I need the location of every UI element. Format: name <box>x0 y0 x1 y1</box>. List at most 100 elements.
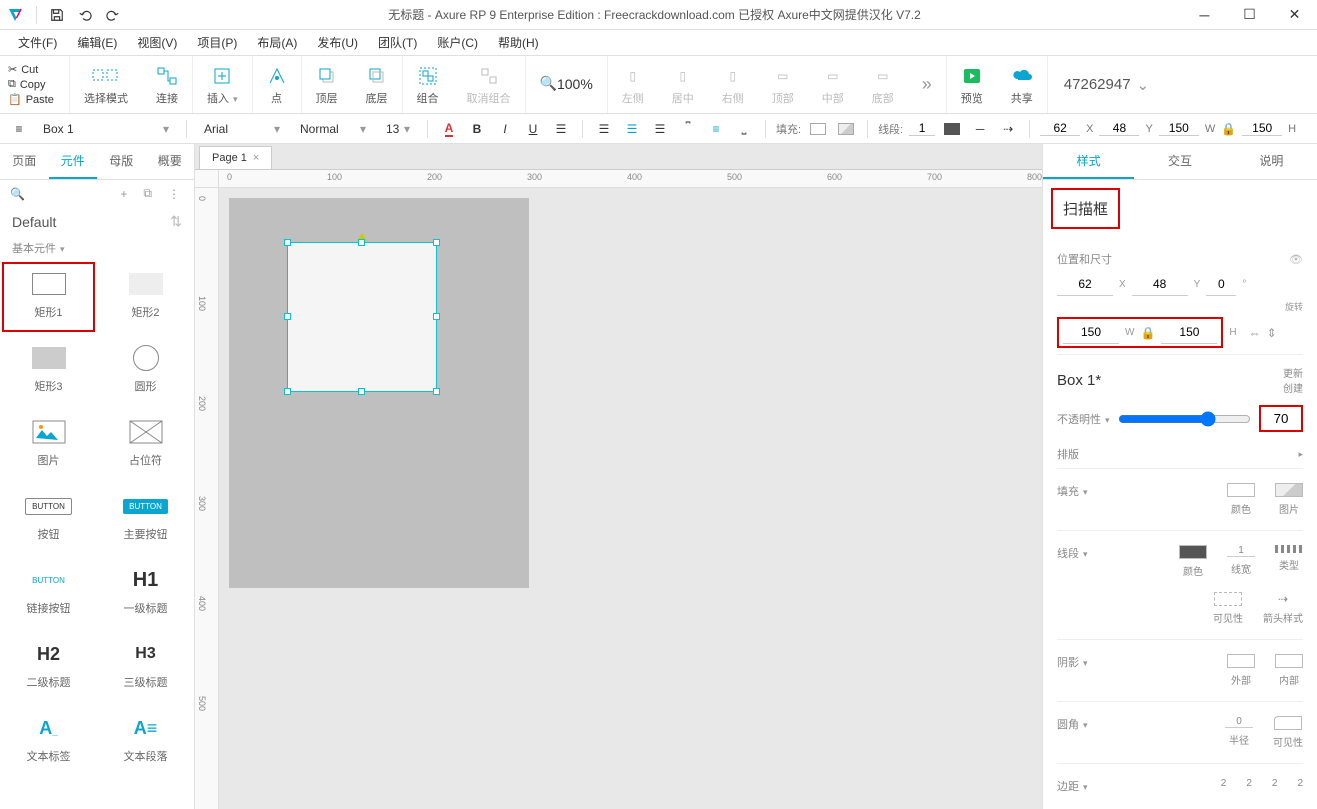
widget-name-input[interactable]: 扫描框 <box>1051 188 1120 229</box>
x-input[interactable] <box>1040 121 1080 136</box>
y-input[interactable] <box>1099 121 1139 136</box>
align-top-button[interactable]: ▭顶部 <box>758 56 808 113</box>
fill-section[interactable]: 填充 <box>1057 483 1117 499</box>
underline-icon[interactable]: U <box>522 118 544 140</box>
widget-text-label[interactable]: A_文本标签 <box>0 704 97 778</box>
line-type[interactable]: 类型 <box>1275 545 1303 578</box>
send-back-button[interactable]: 底层 <box>352 56 402 113</box>
line-color[interactable]: 颜色 <box>1179 545 1207 578</box>
widget-text-paragraph[interactable]: A≡文本段落 <box>97 704 194 778</box>
align-middle-button[interactable]: ▭中部 <box>808 56 858 113</box>
tab-outline[interactable]: 概要 <box>146 144 195 179</box>
line-style-icon[interactable]: ─ <box>969 118 991 140</box>
bold-icon[interactable]: B <box>466 118 488 140</box>
preview-button[interactable]: 预览 <box>947 56 997 113</box>
canvas[interactable] <box>219 188 1042 809</box>
widget-image[interactable]: 图片 <box>0 408 97 482</box>
text-align-right-icon[interactable]: ☰ <box>649 118 671 140</box>
align-center-button[interactable]: ▯居中 <box>658 56 708 113</box>
lock-icon[interactable]: 🔒 <box>1221 122 1236 136</box>
fill-image[interactable]: 图片 <box>1275 483 1303 516</box>
padding-section[interactable]: 边距 <box>1057 778 1117 794</box>
valign-top-icon[interactable]: ⎴ <box>677 118 699 140</box>
height-input[interactable] <box>1161 321 1217 344</box>
menu-project[interactable]: 项目(P) <box>187 30 247 55</box>
valign-bottom-icon[interactable]: ⎵ <box>733 118 755 140</box>
widget-placeholder[interactable]: 占位符 <box>97 408 194 482</box>
tab-widgets[interactable]: 元件 <box>49 144 98 179</box>
h-input[interactable] <box>1242 121 1282 136</box>
flip-h-icon[interactable]: ⇔ <box>1249 326 1261 340</box>
style-list-icon[interactable]: ≡ <box>8 118 30 140</box>
redo-icon[interactable] <box>99 1 127 29</box>
group-button[interactable]: 组合 <box>403 56 453 113</box>
italic-icon[interactable]: I <box>494 118 516 140</box>
undo-icon[interactable] <box>71 1 99 29</box>
corner-section[interactable]: 圆角 <box>1057 716 1117 732</box>
align-right-button[interactable]: ▯右侧 <box>708 56 758 113</box>
visibility-toggle-icon[interactable]: 👁 <box>1289 253 1303 266</box>
library-selector[interactable]: Default⇅ <box>0 207 194 236</box>
copy-button[interactable]: ⧉Copy <box>0 77 69 92</box>
opacity-slider[interactable] <box>1118 411 1251 427</box>
save-icon[interactable] <box>43 1 71 29</box>
pos-x-input[interactable] <box>1057 273 1113 296</box>
font-selector[interactable]: Arial▾ <box>197 119 287 139</box>
menu-edit[interactable]: 编辑(E) <box>67 30 127 55</box>
valign-middle-icon[interactable]: ≡ <box>705 118 727 140</box>
widget-h2[interactable]: H2二级标题 <box>0 630 97 704</box>
point-button[interactable]: 点 <box>253 56 301 113</box>
arrow-style-icon[interactable]: ⇢ <box>997 118 1019 140</box>
bullet-list-icon[interactable]: ☰ <box>550 118 572 140</box>
text-color-icon[interactable]: A <box>438 118 460 140</box>
bring-front-button[interactable]: 顶层 <box>302 56 352 113</box>
lock-aspect-icon[interactable]: 🔒 <box>1140 326 1155 340</box>
line-visibility[interactable]: 可见性 <box>1213 592 1243 625</box>
pad-top[interactable]: 2 <box>1246 778 1252 789</box>
insert-button[interactable]: 插入 <box>193 56 252 113</box>
widget-primary-button[interactable]: BUTTON主要按钮 <box>97 482 194 556</box>
menu-file[interactable]: 文件(F) <box>8 30 67 55</box>
corner-radius[interactable]: 0半径 <box>1225 716 1253 749</box>
tab-interactions[interactable]: 交互 <box>1134 144 1225 179</box>
flip-v-icon[interactable]: ⇕ <box>1267 326 1277 340</box>
ungroup-button[interactable]: 取消组合 <box>453 56 525 113</box>
line-width[interactable]: 1线宽 <box>1227 545 1255 578</box>
selected-shape[interactable] <box>287 242 437 392</box>
pos-y-input[interactable] <box>1132 273 1188 296</box>
pad-right[interactable]: 2 <box>1272 778 1278 789</box>
text-align-center-icon[interactable]: ☰ <box>621 118 643 140</box>
pad-bottom[interactable]: 2 <box>1297 778 1303 789</box>
close-icon[interactable]: × <box>253 152 259 164</box>
align-left-button[interactable]: ▯左侧 <box>608 56 658 113</box>
tab-pages[interactable]: 页面 <box>0 144 49 179</box>
widget-h3[interactable]: H3三级标题 <box>97 630 194 704</box>
widget-rect3[interactable]: 矩形3 <box>0 334 97 408</box>
tab-masters[interactable]: 母版 <box>97 144 146 179</box>
cut-button[interactable]: ✂Cut <box>0 62 69 77</box>
search-icon[interactable]: 🔍 <box>10 187 25 201</box>
fill-color[interactable]: 颜色 <box>1227 483 1255 516</box>
widget-link-button[interactable]: BUTTON链接按钮 <box>0 556 97 630</box>
zoom-control[interactable]: 🔍 100% <box>526 56 607 113</box>
line-width-input[interactable] <box>909 121 935 136</box>
connect-button[interactable]: 连接 <box>142 56 192 113</box>
widget-h1[interactable]: H1一级标题 <box>97 556 194 630</box>
library-menu-icon[interactable]: ⋮ <box>164 187 184 201</box>
line-section[interactable]: 线段 <box>1057 545 1117 561</box>
paste-button[interactable]: 📋Paste <box>0 92 69 107</box>
minimize-button[interactable]: ─ <box>1182 0 1227 30</box>
user-account[interactable]: 47262947⌄ <box>1048 56 1165 113</box>
width-input[interactable] <box>1063 321 1119 344</box>
fill-image-icon[interactable] <box>835 118 857 140</box>
w-input[interactable] <box>1159 121 1199 136</box>
opacity-input[interactable] <box>1259 405 1303 432</box>
menu-team[interactable]: 团队(T) <box>368 30 427 55</box>
shadow-outer[interactable]: 外部 <box>1227 654 1255 687</box>
pad-left[interactable]: 2 <box>1221 778 1227 789</box>
menu-layout[interactable]: 布局(A) <box>247 30 307 55</box>
widget-button[interactable]: BUTTON按钮 <box>0 482 97 556</box>
line-color-swatch[interactable] <box>941 118 963 140</box>
font-size-selector[interactable]: 13▾ <box>379 119 417 139</box>
widget-rect2[interactable]: 矩形2 <box>97 260 194 334</box>
